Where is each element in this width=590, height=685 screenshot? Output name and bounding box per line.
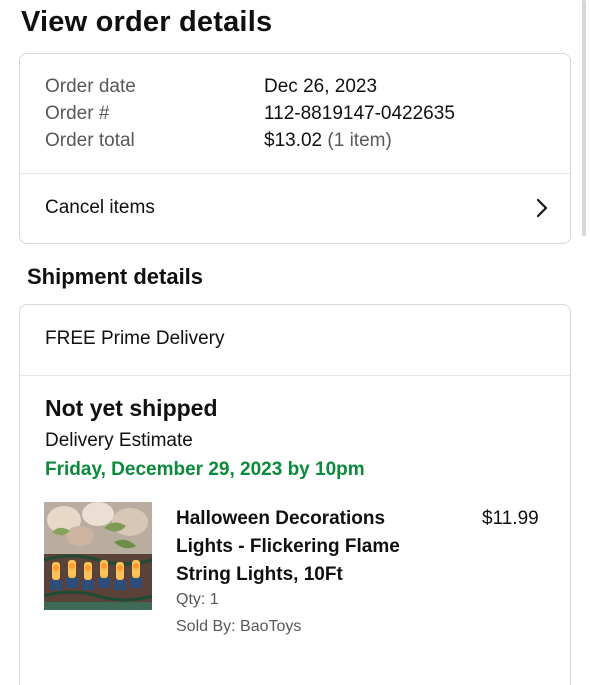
order-number-value: 112-8819147-0422635 [264, 103, 455, 124]
cancel-items-button[interactable]: Cancel items [20, 174, 570, 244]
delivery-type-label: FREE Prime Delivery [45, 328, 225, 349]
product-title-link[interactable]: Halloween Decorations Lights - Flickerin… [176, 505, 446, 589]
order-item-count: (1 item) [327, 130, 392, 151]
order-number-label: Order # [45, 103, 110, 124]
order-total-label: Order total [45, 130, 135, 151]
delivery-estimate-date: Friday, December 29, 2023 by 10pm [45, 459, 365, 480]
product-image[interactable] [44, 502, 152, 610]
order-date-label: Order date [45, 76, 136, 97]
string-lights-image [44, 502, 152, 610]
order-total-value: $13.02 (1 item) [264, 127, 392, 154]
product-quantity: Qty: 1 [176, 591, 219, 608]
product-price: $11.99 [482, 508, 539, 529]
order-total-amount: $13.02 [264, 130, 323, 151]
shipment-status: Not yet shipped [45, 395, 218, 421]
delivery-estimate-label: Delivery Estimate [45, 430, 193, 451]
chevron-right-icon [536, 198, 548, 218]
order-details-page: View order details Order date Dec 26, 20… [0, 0, 590, 685]
order-summary-card: Order date Dec 26, 2023 Order # 112-8819… [19, 53, 571, 244]
shipment-section-title: Shipment details [27, 264, 204, 289]
product-seller: Sold By: BaoToys [176, 618, 302, 635]
divider [20, 375, 570, 376]
cancel-items-label: Cancel items [45, 197, 155, 218]
order-date-value: Dec 26, 2023 [264, 76, 378, 97]
shipment-card: FREE Prime Delivery Not yet shipped Deli… [19, 304, 571, 685]
scrollbar[interactable] [582, 0, 586, 236]
page-title: View order details [21, 6, 273, 38]
